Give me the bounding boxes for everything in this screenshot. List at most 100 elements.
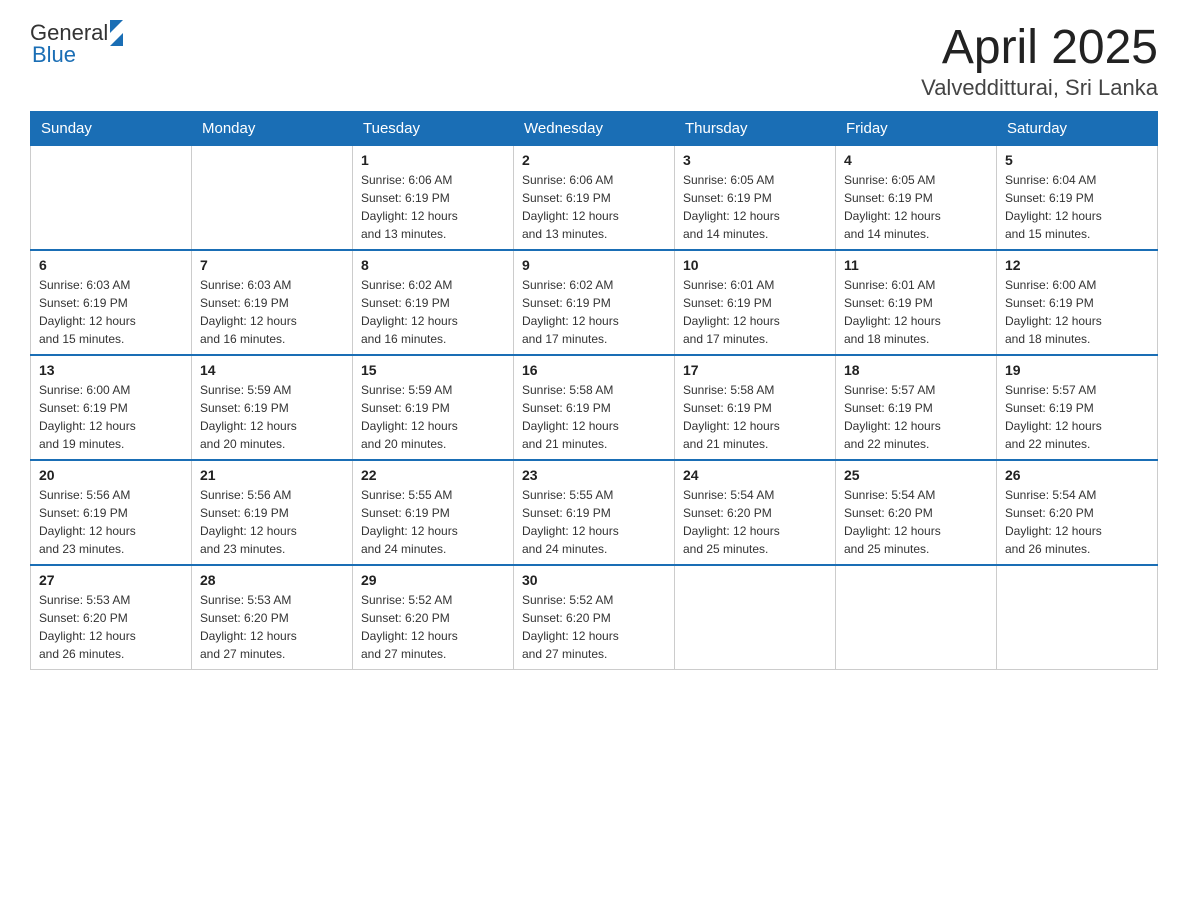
day-info: Sunrise: 6:05 AM Sunset: 6:19 PM Dayligh…	[844, 171, 988, 243]
calendar-cell	[31, 146, 192, 251]
weekday-header-monday: Monday	[192, 112, 353, 146]
weekday-header-saturday: Saturday	[997, 112, 1158, 146]
day-number: 7	[200, 257, 344, 273]
day-info: Sunrise: 5:56 AM Sunset: 6:19 PM Dayligh…	[200, 486, 344, 558]
day-number: 1	[361, 152, 505, 168]
day-info: Sunrise: 6:03 AM Sunset: 6:19 PM Dayligh…	[39, 276, 183, 348]
calendar-cell: 10Sunrise: 6:01 AM Sunset: 6:19 PM Dayli…	[675, 250, 836, 355]
calendar-cell: 30 Sunrise: 5:52 AM Sunset: 6:20 PM Dayli…	[514, 565, 675, 670]
day-number: 23	[522, 467, 666, 483]
day-info: Sunrise: 5:55 AM Sunset: 6:19 PM Dayligh…	[361, 486, 505, 558]
calendar-header-row: SundayMondayTuesdayWednesdayThursdayFrid…	[31, 112, 1158, 146]
day-info: Sunrise: 5:57 AM Sunset: 6:19 PM Dayligh…	[844, 381, 988, 453]
calendar-cell: 18Sunrise: 5:57 AM Sunset: 6:19 PM Dayli…	[836, 355, 997, 460]
day-number: 21	[200, 467, 344, 483]
logo: General Blue	[30, 20, 123, 68]
day-number: 12	[1005, 257, 1149, 273]
day-info: Sunrise: 5:58 AM Sunset: 6:19 PM Dayligh…	[683, 381, 827, 453]
calendar-cell: 15Sunrise: 5:59 AM Sunset: 6:19 PM Dayli…	[353, 355, 514, 460]
day-info: Sunrise: 6:02 AM Sunset: 6:19 PM Dayligh…	[361, 276, 505, 348]
calendar-cell: 11 Sunrise: 6:01 AM Sunset: 6:19 PM Dayli…	[836, 250, 997, 355]
calendar-cell	[997, 565, 1158, 670]
day-info: Sunrise: 5:54 AM Sunset: 6:20 PM Dayligh…	[683, 486, 827, 558]
calendar-cell: 26 Sunrise: 5:54 AM Sunset: 6:20 PM Dayli…	[997, 460, 1158, 565]
day-number: 29	[361, 572, 505, 588]
title-block: April 2025 Valvedditturai, Sri Lanka	[921, 20, 1158, 101]
day-number: 4	[844, 152, 988, 168]
day-info: Sunrise: 6:01 AM Sunset: 6:19 PM Dayligh…	[844, 276, 988, 348]
calendar-cell: 16Sunrise: 5:58 AM Sunset: 6:19 PM Dayli…	[514, 355, 675, 460]
day-number: 3	[683, 152, 827, 168]
calendar-cell: 14 Sunrise: 5:59 AM Sunset: 6:19 PM Dayli…	[192, 355, 353, 460]
calendar-cell: 7 Sunrise: 6:03 AM Sunset: 6:19 PM Daylig…	[192, 250, 353, 355]
calendar-cell: 3 Sunrise: 6:05 AM Sunset: 6:19 PM Daylig…	[675, 146, 836, 251]
day-number: 24	[683, 467, 827, 483]
day-number: 27	[39, 572, 183, 588]
calendar-cell: 22 Sunrise: 5:55 AM Sunset: 6:19 PM Dayli…	[353, 460, 514, 565]
calendar-cell: 17 Sunrise: 5:58 AM Sunset: 6:19 PM Dayli…	[675, 355, 836, 460]
weekday-header-friday: Friday	[836, 112, 997, 146]
day-info: Sunrise: 6:00 AM Sunset: 6:19 PM Dayligh…	[39, 381, 183, 453]
day-number: 30	[522, 572, 666, 588]
logo-blue: Blue	[32, 42, 76, 68]
weekday-header-thursday: Thursday	[675, 112, 836, 146]
calendar-cell: 24 Sunrise: 5:54 AM Sunset: 6:20 PM Dayli…	[675, 460, 836, 565]
calendar-cell: 9 Sunrise: 6:02 AM Sunset: 6:19 PM Daylig…	[514, 250, 675, 355]
day-info: Sunrise: 5:59 AM Sunset: 6:19 PM Dayligh…	[200, 381, 344, 453]
day-info: Sunrise: 5:55 AM Sunset: 6:19 PM Dayligh…	[522, 486, 666, 558]
calendar-cell: 19Sunrise: 5:57 AM Sunset: 6:19 PM Dayli…	[997, 355, 1158, 460]
page-subtitle: Valvedditturai, Sri Lanka	[921, 75, 1158, 101]
day-number: 5	[1005, 152, 1149, 168]
calendar-cell: 23 Sunrise: 5:55 AM Sunset: 6:19 PM Dayli…	[514, 460, 675, 565]
day-number: 10	[683, 257, 827, 273]
day-info: Sunrise: 5:53 AM Sunset: 6:20 PM Dayligh…	[200, 591, 344, 663]
calendar-cell: 6 Sunrise: 6:03 AM Sunset: 6:19 PM Daylig…	[31, 250, 192, 355]
day-info: Sunrise: 6:02 AM Sunset: 6:19 PM Dayligh…	[522, 276, 666, 348]
day-number: 14	[200, 362, 344, 378]
calendar-cell: 8 Sunrise: 6:02 AM Sunset: 6:19 PM Daylig…	[353, 250, 514, 355]
day-number: 20	[39, 467, 183, 483]
day-info: Sunrise: 5:53 AM Sunset: 6:20 PM Dayligh…	[39, 591, 183, 663]
weekday-header-tuesday: Tuesday	[353, 112, 514, 146]
page-header: General Blue April 2025 Valvedditturai, …	[30, 20, 1158, 101]
day-number: 26	[1005, 467, 1149, 483]
day-number: 13	[39, 362, 183, 378]
calendar-week-2: 6 Sunrise: 6:03 AM Sunset: 6:19 PM Daylig…	[31, 250, 1158, 355]
calendar-cell: 21 Sunrise: 5:56 AM Sunset: 6:19 PM Dayli…	[192, 460, 353, 565]
calendar-week-4: 20 Sunrise: 5:56 AM Sunset: 6:19 PM Dayli…	[31, 460, 1158, 565]
calendar-week-3: 13 Sunrise: 6:00 AM Sunset: 6:19 PM Dayli…	[31, 355, 1158, 460]
calendar-cell: 29 Sunrise: 5:52 AM Sunset: 6:20 PM Dayli…	[353, 565, 514, 670]
day-info: Sunrise: 5:59 AM Sunset: 6:19 PM Dayligh…	[361, 381, 505, 453]
day-info: Sunrise: 6:03 AM Sunset: 6:19 PM Dayligh…	[200, 276, 344, 348]
day-info: Sunrise: 5:52 AM Sunset: 6:20 PM Dayligh…	[522, 591, 666, 663]
day-info: Sunrise: 5:54 AM Sunset: 6:20 PM Dayligh…	[844, 486, 988, 558]
day-info: Sunrise: 5:52 AM Sunset: 6:20 PM Dayligh…	[361, 591, 505, 663]
calendar-cell: 5 Sunrise: 6:04 AM Sunset: 6:19 PM Daylig…	[997, 146, 1158, 251]
day-number: 8	[361, 257, 505, 273]
calendar-cell: 4 Sunrise: 6:05 AM Sunset: 6:19 PM Daylig…	[836, 146, 997, 251]
calendar-cell: 2Sunrise: 6:06 AM Sunset: 6:19 PM Daylig…	[514, 146, 675, 251]
calendar-table: SundayMondayTuesdayWednesdayThursdayFrid…	[30, 111, 1158, 670]
day-info: Sunrise: 6:06 AM Sunset: 6:19 PM Dayligh…	[522, 171, 666, 243]
calendar-week-5: 27 Sunrise: 5:53 AM Sunset: 6:20 PM Dayli…	[31, 565, 1158, 670]
calendar-cell: 13 Sunrise: 6:00 AM Sunset: 6:19 PM Dayli…	[31, 355, 192, 460]
day-number: 25	[844, 467, 988, 483]
calendar-cell	[675, 565, 836, 670]
day-number: 9	[522, 257, 666, 273]
day-info: Sunrise: 5:56 AM Sunset: 6:19 PM Dayligh…	[39, 486, 183, 558]
day-number: 22	[361, 467, 505, 483]
day-info: Sunrise: 6:04 AM Sunset: 6:19 PM Dayligh…	[1005, 171, 1149, 243]
day-info: Sunrise: 5:54 AM Sunset: 6:20 PM Dayligh…	[1005, 486, 1149, 558]
weekday-header-wednesday: Wednesday	[514, 112, 675, 146]
day-number: 6	[39, 257, 183, 273]
calendar-cell: 1Sunrise: 6:06 AM Sunset: 6:19 PM Daylig…	[353, 146, 514, 251]
calendar-week-1: 1 Sunrise: 6:06 AM Sunset: 6:19 PM Daylig…	[31, 146, 1158, 251]
day-info: Sunrise: 5:58 AM Sunset: 6:19 PM Dayligh…	[522, 381, 666, 453]
calendar-cell: 27 Sunrise: 5:53 AM Sunset: 6:20 PM Dayli…	[31, 565, 192, 670]
day-number: 28	[200, 572, 344, 588]
day-number: 11	[844, 257, 988, 273]
day-number: 17	[683, 362, 827, 378]
weekday-header-sunday: Sunday	[31, 112, 192, 146]
day-info: Sunrise: 6:05 AM Sunset: 6:19 PM Dayligh…	[683, 171, 827, 243]
calendar-cell: 20 Sunrise: 5:56 AM Sunset: 6:19 PM Dayli…	[31, 460, 192, 565]
